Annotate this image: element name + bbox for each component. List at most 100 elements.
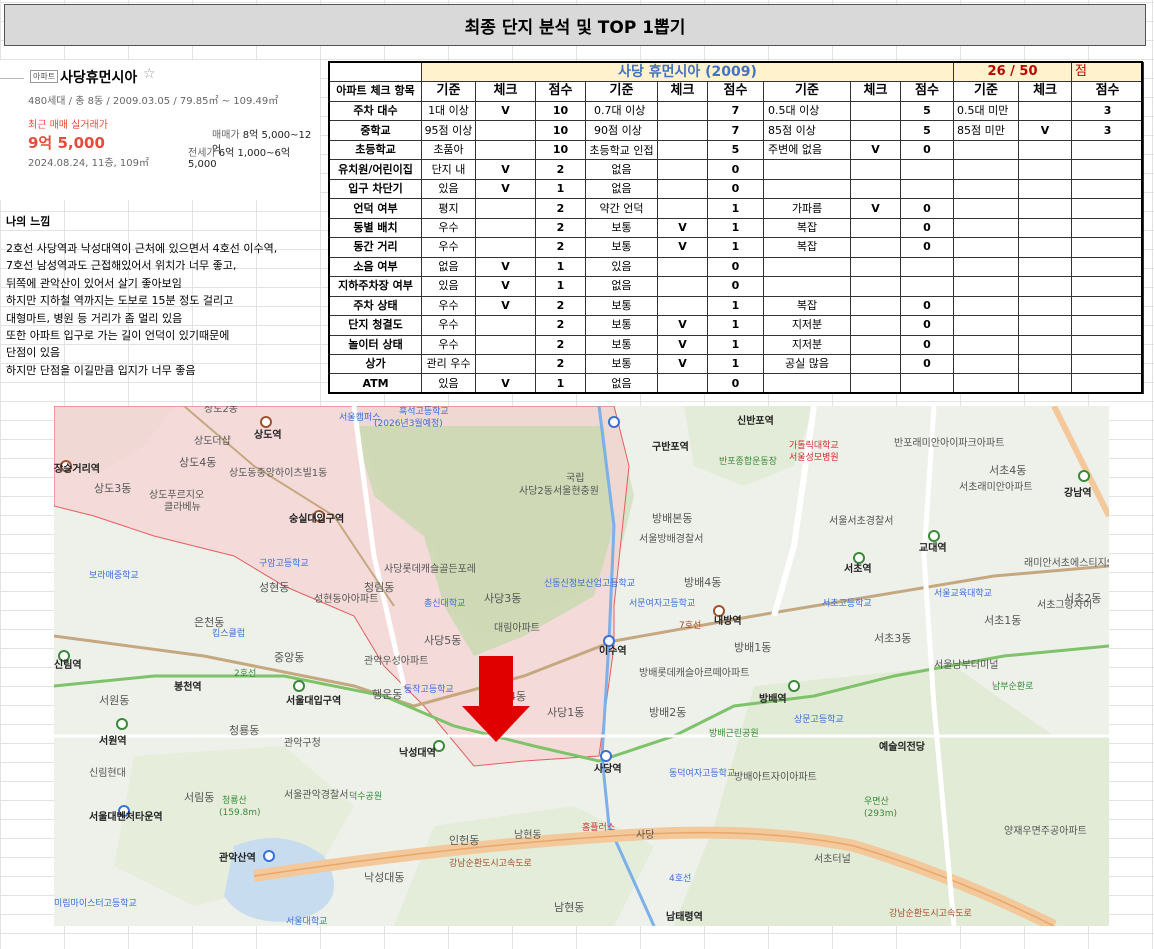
check-item-cell[interactable]: 놀이터 상태 [329, 334, 422, 356]
table-header-cell[interactable]: 기준 [763, 80, 851, 102]
table-cell[interactable]: 평지 [421, 198, 476, 219]
table-header-cell[interactable]: 점수 [1071, 80, 1145, 102]
table-cell[interactable] [953, 178, 1020, 200]
map-canvas[interactable]: 상도2동 상도역 상도더샵 상도4동 상도3동 상도동중앙하이츠빌1동 상도푸르… [54, 406, 1109, 926]
table-cell[interactable]: 3 [1071, 100, 1145, 122]
table-cell[interactable] [953, 295, 1020, 317]
table-cell[interactable]: 복잡 [763, 295, 851, 317]
table-cell[interactable]: V [475, 295, 536, 317]
table-cell[interactable]: 1 [707, 217, 764, 239]
check-item-cell[interactable]: 중학교 [329, 120, 422, 141]
table-cell[interactable] [1018, 198, 1073, 219]
table-cell[interactable]: 2 [535, 295, 586, 317]
table-cell[interactable]: 0.5대 이상 [763, 100, 851, 122]
check-item-cell[interactable]: 주차 대수 [329, 100, 422, 122]
table-cell[interactable]: 없음 [585, 276, 658, 297]
table-cell[interactable]: V [657, 354, 708, 375]
table-cell[interactable] [657, 120, 708, 141]
table-cell[interactable]: 가파름 [763, 198, 851, 219]
check-item-cell[interactable]: 입구 차단기 [329, 178, 422, 200]
table-cell[interactable] [1071, 354, 1145, 375]
table-cell[interactable]: 90점 이상 [585, 120, 658, 141]
map-view[interactable]: 상도2동 상도역 상도더샵 상도4동 상도3동 상도동중앙하이츠빌1동 상도푸르… [54, 406, 1109, 926]
table-cell[interactable] [850, 178, 901, 200]
feeling-line[interactable]: 하지만 지하철 역까지는 도보로 15분 정도 걸리고 [6, 292, 277, 309]
table-cell[interactable]: V [475, 100, 536, 122]
table-cell[interactable]: 약간 언덕 [585, 198, 658, 219]
table-cell[interactable] [475, 354, 536, 375]
table-cell[interactable]: 우수 [421, 295, 476, 317]
table-cell[interactable]: 0 [707, 276, 764, 297]
table-cell[interactable] [899, 373, 955, 394]
check-item-cell[interactable]: 상가 [329, 354, 422, 375]
table-cell[interactable]: 주변에 없음 [763, 139, 851, 161]
table-cell[interactable]: 보통 [585, 217, 658, 239]
table-cell[interactable]: 보통 [585, 315, 658, 336]
table-cell[interactable] [657, 198, 708, 219]
table-cell[interactable]: 7 [707, 120, 764, 141]
table-cell[interactable]: 있음 [585, 256, 658, 278]
table-cell[interactable] [657, 139, 708, 161]
table-cell[interactable] [953, 373, 1020, 394]
table-cell[interactable] [1071, 217, 1145, 239]
table-cell[interactable] [850, 100, 901, 122]
table-cell[interactable]: 1 [707, 315, 764, 336]
table-cell[interactable]: 5 [899, 120, 955, 141]
table-cell[interactable]: V [657, 315, 708, 336]
complex-title[interactable]: 사당 휴먼시아 (2009) [420, 62, 955, 82]
table-cell[interactable] [953, 276, 1020, 297]
table-cell[interactable]: 1 [707, 334, 764, 356]
table-cell[interactable] [329, 62, 422, 82]
table-cell[interactable] [899, 256, 955, 278]
table-cell[interactable]: V [475, 159, 536, 180]
table-header-cell[interactable]: 점수 [899, 80, 955, 102]
table-cell[interactable] [763, 178, 851, 200]
table-cell[interactable] [1018, 334, 1073, 356]
table-cell[interactable]: 0 [899, 315, 955, 336]
table-cell[interactable]: 있음 [421, 178, 476, 200]
table-cell[interactable] [1018, 217, 1073, 239]
table-cell[interactable] [1071, 178, 1145, 200]
table-cell[interactable]: V [475, 276, 536, 297]
table-cell[interactable] [953, 159, 1020, 180]
table-cell[interactable]: 단지 내 [421, 159, 476, 180]
table-cell[interactable]: 보통 [585, 334, 658, 356]
listing-card[interactable]: 아파트 사당휴먼시아 ☆ 480세대 / 총 8동 / 2009.03.05 /… [0, 60, 320, 200]
table-cell[interactable] [1071, 373, 1145, 394]
table-cell[interactable]: 1 [535, 276, 586, 297]
table-cell[interactable] [1018, 237, 1073, 258]
table-cell[interactable] [657, 159, 708, 180]
table-cell[interactable]: 0 [899, 139, 955, 161]
table-cell[interactable] [850, 315, 901, 336]
table-cell[interactable] [475, 217, 536, 239]
table-cell[interactable]: 95점 이상 [421, 120, 476, 141]
table-cell[interactable]: 0 [707, 256, 764, 278]
favorite-star-icon[interactable]: ☆ [143, 66, 156, 82]
table-cell[interactable]: 없음 [585, 178, 658, 200]
table-cell[interactable]: 2 [535, 217, 586, 239]
table-cell[interactable]: 85점 미만 [953, 120, 1020, 141]
table-header-cell[interactable]: 체크 [657, 80, 708, 102]
table-cell[interactable] [1018, 178, 1073, 200]
table-cell[interactable]: 0 [899, 334, 955, 356]
table-cell[interactable]: 0.5대 미만 [953, 100, 1020, 122]
table-cell[interactable]: 0 [707, 373, 764, 394]
table-cell[interactable] [1018, 159, 1073, 180]
table-cell[interactable] [1018, 256, 1073, 278]
table-cell[interactable] [850, 373, 901, 394]
table-cell[interactable] [953, 315, 1020, 336]
table-cell[interactable]: 복잡 [763, 237, 851, 258]
table-header-cell[interactable]: 아파트 체크 항목 [329, 80, 422, 102]
table-cell[interactable]: 관리 우수 [421, 354, 476, 375]
table-cell[interactable] [899, 276, 955, 297]
table-cell[interactable]: 지저분 [763, 334, 851, 356]
table-cell[interactable]: 없음 [585, 373, 658, 394]
table-cell[interactable] [475, 139, 536, 161]
table-cell[interactable] [1071, 256, 1145, 278]
table-cell[interactable]: 2 [535, 237, 586, 258]
check-item-cell[interactable]: 언덕 여부 [329, 198, 422, 219]
table-cell[interactable]: 우수 [421, 315, 476, 336]
table-cell[interactable]: 보통 [585, 354, 658, 375]
feeling-line[interactable]: 또한 아파트 입구로 가는 길이 언덕이 있기때문에 [6, 327, 277, 344]
table-cell[interactable] [1071, 237, 1145, 258]
